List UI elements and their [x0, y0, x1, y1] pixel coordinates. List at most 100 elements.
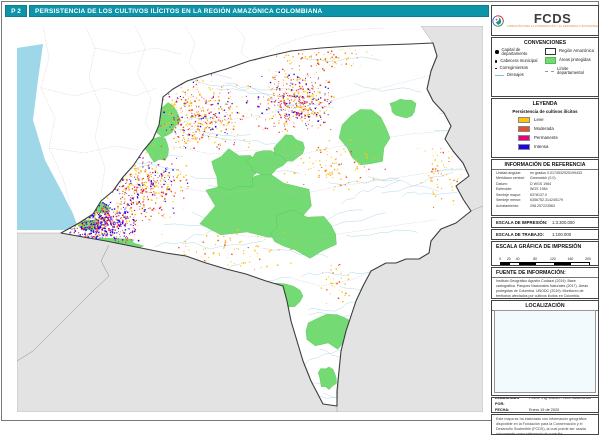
- main-map: [5, 18, 489, 417]
- scale-tick-label: 20: [507, 257, 511, 261]
- pacific-ocean: [17, 44, 79, 230]
- department-boundary: [135, 26, 155, 136]
- disclaimer-text: Este mapa se ha elaborado con informació…: [492, 415, 598, 435]
- convenciones-item-label: Corregimientos: [500, 66, 528, 71]
- department-boundary: [235, 26, 253, 62]
- scale-bar-ticks: 0 20 40 80 120 160 200: [500, 257, 590, 262]
- leyenda-items: Leve Moderada Permanente Intensa: [492, 117, 598, 151]
- scale-segment: [571, 263, 589, 266]
- scale-tick-label: 0: [499, 257, 501, 261]
- escala-trabajo-row: ESCALA DE TRABAJO: 1:100.000: [491, 229, 599, 240]
- elaborado-value: FCDS: Ing. Daniel Prieto Salamanca: [529, 397, 591, 408]
- referencia-row: Achatamiento:298.257223563: [496, 204, 594, 210]
- referencia-panel: INFORMACIÓN DE REFERENCIA Unidad angular…: [491, 159, 599, 216]
- escala-impresion-row: ESCALA DE IMPRESIÓN: 1:3.300.000: [491, 217, 599, 228]
- dot-md-symbol: [495, 60, 497, 62]
- leyenda-swatch: [518, 144, 530, 151]
- scale-segment: [519, 263, 537, 266]
- fuente-text: Instituto Geográfico Agustín Codazzi (20…: [492, 278, 598, 300]
- localizacion-map: [494, 310, 596, 393]
- convenciones-item-label: Región Amazónica: [559, 49, 594, 54]
- referencia-key: Achatamiento:: [496, 204, 530, 210]
- leyenda-title: LEYENDA: [492, 99, 598, 108]
- fuente-title: FUENTE DE INFORMACIÓN:: [492, 268, 598, 278]
- map-code-badge: P 2: [5, 5, 27, 17]
- scale-tick-label: 160: [568, 257, 574, 261]
- elaborado-label: ELABORADO POR:: [495, 397, 529, 408]
- rect-green-symbol: [545, 57, 556, 64]
- leyenda-item: Moderada: [518, 126, 598, 133]
- leyenda-item-label: Intensa: [534, 144, 548, 149]
- leyenda-panel: LEYENDA Persistencia de cultivos ilícito…: [491, 98, 599, 158]
- map-section: P 2 PERSISTENCIA DE LOS CULTIVOS ILÍCITO…: [5, 5, 489, 417]
- escala-trabajo-label: ESCALA DE TRABAJO:: [496, 232, 552, 237]
- escala-trabajo-value: 1:100.000: [552, 232, 571, 237]
- scale-bar-segments: [500, 262, 590, 267]
- referencia-title: INFORMACIÓN DE REFERENCIA: [492, 160, 598, 170]
- convenciones-item-label: Áreas protegidas: [559, 58, 591, 63]
- department-boundary: [85, 26, 105, 194]
- line-dashed-symbol: [545, 71, 554, 72]
- department-boundary: [41, 88, 157, 96]
- convenciones-item-label: Drenajes: [507, 73, 524, 78]
- scale-tick-label: 200: [585, 257, 591, 261]
- convenciones-item: Límite departamental: [545, 67, 595, 76]
- escala-grafica-panel: ESCALA GRÁFICA DE IMPRESIÓN 0 20 40 80 120 16…: [491, 241, 599, 266]
- page: P 2 PERSISTENCIA DE LOS CULTIVOS ILÍCITO…: [1, 1, 599, 421]
- scale-tick-label: 80: [533, 257, 537, 261]
- leyenda-item-label: Moderada: [534, 126, 554, 131]
- leyenda-item: Intensa: [518, 144, 598, 151]
- scale-tick-label: 40: [516, 257, 520, 261]
- department-boundary: [49, 146, 139, 153]
- scale-tick-label: 120: [550, 257, 556, 261]
- map-title: PERSISTENCIA DE LOS CULTIVOS ILÍCITOS EN…: [29, 5, 489, 17]
- convenciones-panel: CONVENCIONES Capital de departamento Cabe…: [491, 37, 599, 97]
- title-bar: P 2 PERSISTENCIA DE LOS CULTIVOS ILÍCITO…: [5, 5, 489, 17]
- convenciones-item: Drenajes: [495, 73, 545, 78]
- convenciones-left-column: Capital de departamento Cabecera municipa…: [495, 48, 545, 79]
- dot-sm-symbol: [495, 68, 497, 70]
- referencia-rows: Unidad angular:en grados 0.0174532925199…: [492, 170, 598, 211]
- convenciones-item-label: Cabecera municipal: [500, 59, 537, 64]
- localizacion-panel: LOCALIZACIÓN: [491, 300, 599, 396]
- convenciones-title: CONVENCIONES: [492, 38, 598, 47]
- scale-segment: [501, 263, 510, 266]
- sidebar: FCDS FUNDACIÓN PARA LA CONSERVACIÓN Y EL…: [491, 5, 599, 417]
- leyenda-swatch: [518, 117, 530, 124]
- logo-name: FCDS: [534, 12, 571, 25]
- convenciones-item-label: Capital de departamento: [502, 48, 546, 57]
- map-content: [17, 26, 489, 412]
- fuente-panel: FUENTE DE INFORMACIÓN: Instituto Geográf…: [491, 267, 599, 299]
- leyenda-swatch: [518, 126, 530, 133]
- escala-grafica-label: ESCALA GRÁFICA DE IMPRESIÓN: [492, 242, 598, 251]
- scale-bar: 0 20 40 80 120 160 200: [500, 257, 590, 267]
- convenciones-item: Cabecera municipal: [495, 59, 545, 64]
- convenciones-right-column: Región Amazónica Áreas protegidas Límite d…: [545, 48, 595, 79]
- leyenda-subtitle: Persistencia de cultivos ilícitos: [492, 109, 598, 114]
- fecha-value: Enero 19 de 2020: [529, 408, 559, 413]
- escala-impresion-label: ESCALA DE IMPRESIÓN:: [496, 220, 552, 225]
- leyenda-item-label: Permanente: [534, 135, 558, 140]
- convenciones-item: Corregimientos: [495, 66, 545, 71]
- leyenda-item-label: Leve: [534, 117, 544, 122]
- line-blue-symbol: [495, 75, 504, 76]
- convenciones-item: Áreas protegidas: [545, 57, 595, 64]
- rect-outline-symbol: [545, 48, 556, 55]
- scale-segment: [510, 263, 519, 266]
- escala-impresion-value: 1:3.300.000: [552, 220, 575, 225]
- leyenda-item: Leve: [518, 117, 598, 124]
- logo-panel: FCDS FUNDACIÓN PARA LA CONSERVACIÓN Y EL…: [491, 5, 599, 36]
- leyenda-swatch: [518, 135, 530, 142]
- convenciones-item: Capital de departamento: [495, 48, 545, 57]
- scale-segment: [554, 263, 572, 266]
- disclaimer-panel: Este mapa se ha elaborado con informació…: [491, 414, 599, 435]
- convenciones-item-label: Límite departamental: [557, 67, 595, 76]
- credits-panel: ELABORADO POR: FCDS: Ing. Daniel Prieto …: [491, 397, 599, 413]
- logo-text: FCDS FUNDACIÓN PARA LA CONSERVACIÓN Y EL…: [507, 12, 598, 28]
- logo-tagline: FUNDACIÓN PARA LA CONSERVACIÓN Y EL DESA…: [507, 26, 598, 28]
- scale-segment: [536, 263, 554, 266]
- referencia-value: 298.257223563: [530, 204, 594, 210]
- convenciones-item: Región Amazónica: [545, 48, 595, 55]
- protected-area: [133, 123, 154, 141]
- leyenda-item: Permanente: [518, 135, 598, 142]
